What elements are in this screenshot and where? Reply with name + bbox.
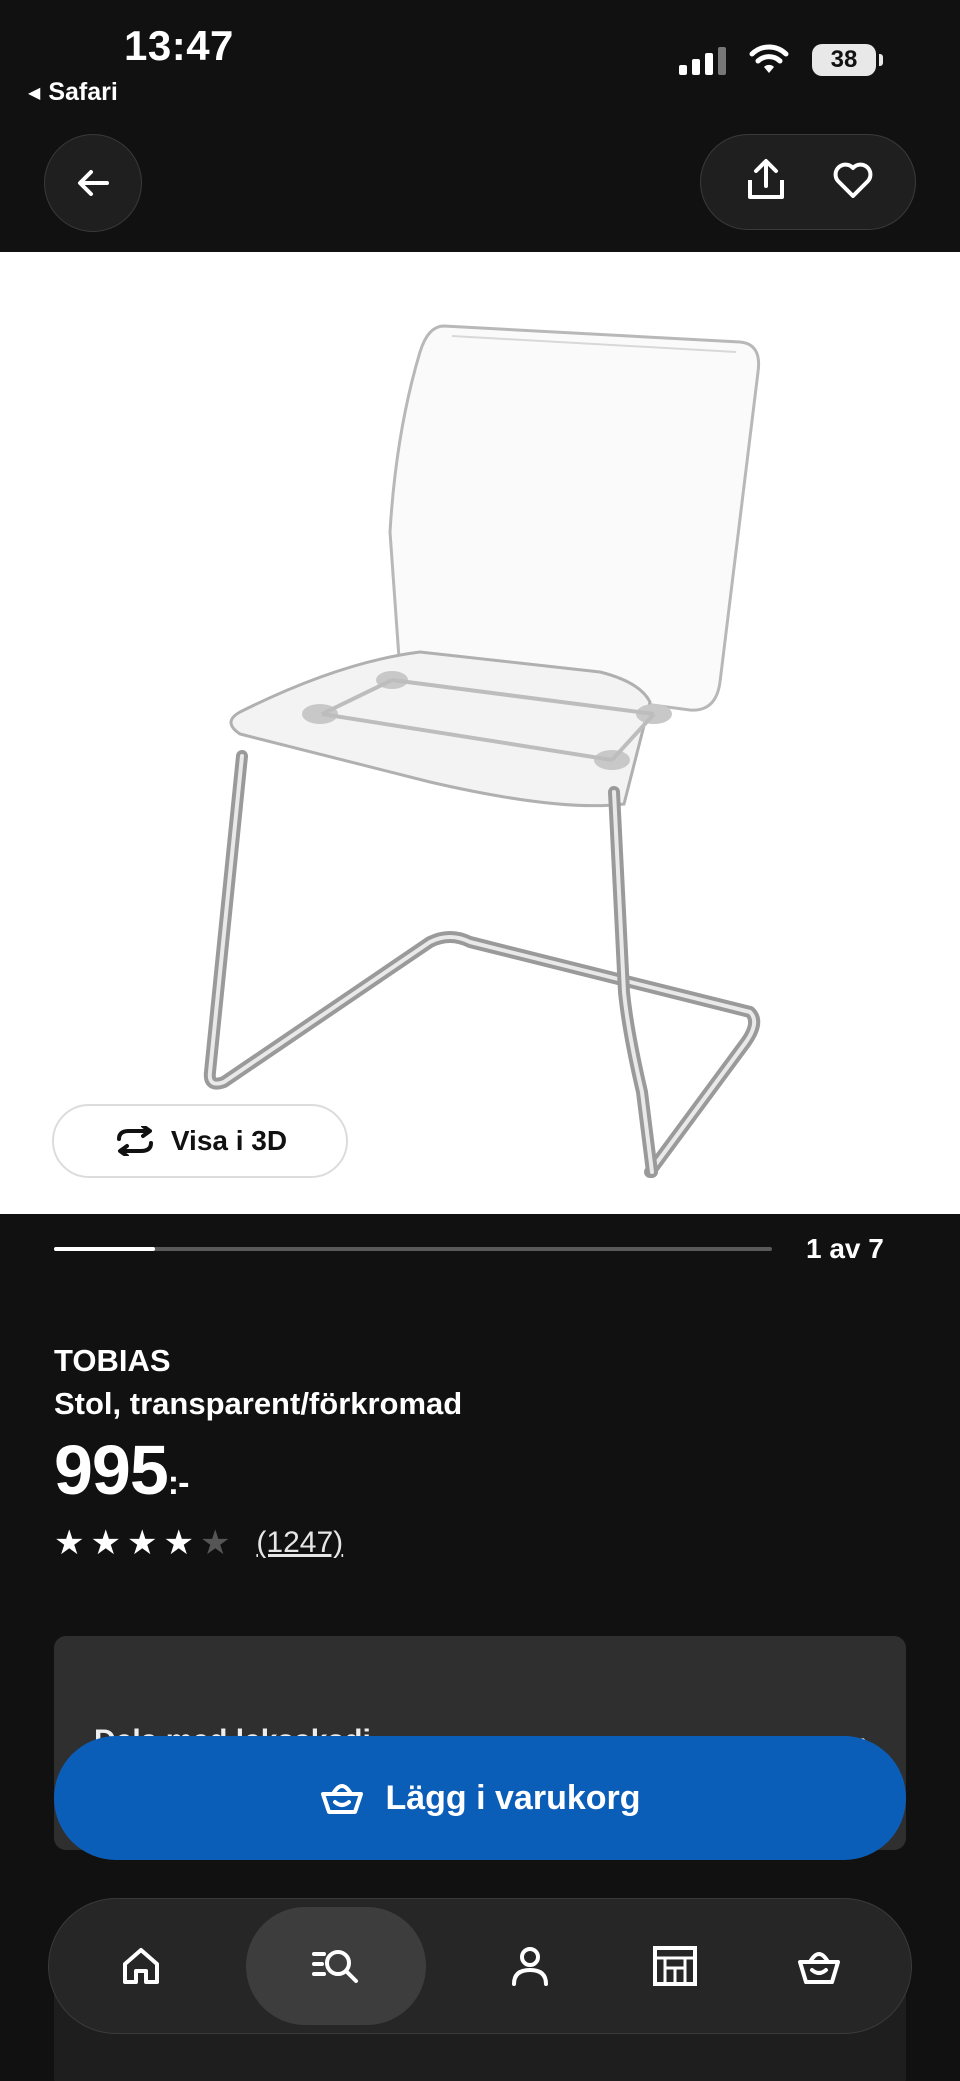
gallery-progress (54, 1247, 772, 1251)
tab-bar (48, 1898, 912, 2034)
search-list-icon (311, 1950, 358, 1983)
product-image[interactable]: Visa i 3D (0, 252, 960, 1214)
back-button[interactable] (44, 134, 142, 232)
status-bar: 13:47 ◀ Safari 38 (0, 0, 960, 120)
product-price: 995:- (54, 1430, 190, 1510)
view-in-3d-button[interactable]: Visa i 3D (52, 1104, 348, 1178)
back-app-label: Safari (48, 78, 118, 106)
product-description: Stol, transparent/förkromad (54, 1386, 463, 1421)
tab-store[interactable] (635, 1926, 715, 2006)
tab-search[interactable] (245, 1907, 426, 2025)
status-time: 13:47 (124, 22, 234, 69)
battery-icon: 38 (812, 44, 883, 76)
price-value: 995 (54, 1431, 169, 1509)
heart-icon (833, 162, 872, 198)
person-icon (512, 1947, 548, 1986)
star-empty-icon: ★ (199, 1524, 231, 1562)
star-filled-icon: ★ (126, 1524, 158, 1562)
share-button[interactable] (742, 156, 790, 209)
star-filled-icon: ★ (163, 1524, 194, 1562)
tab-cart[interactable] (779, 1926, 859, 2006)
add-to-cart-label: Lägg i varukorg (385, 1778, 641, 1817)
header-actions (700, 134, 916, 230)
product-brand: TOBIAS (54, 1343, 171, 1378)
product-rating[interactable]: ★ ★ ★ ★ ★ (1247) (54, 1526, 343, 1560)
tab-home[interactable] (101, 1926, 181, 2006)
status-icons: 38 (679, 44, 883, 76)
add-to-cart-button[interactable]: Lägg i varukorg (54, 1736, 906, 1860)
basket-icon (321, 1784, 364, 1814)
arrow-left-icon (78, 170, 109, 196)
star-filled-icon: ★ (90, 1524, 121, 1562)
rating-stars: ★ ★ ★ ★ ★ (54, 1526, 230, 1560)
back-to-safari[interactable]: ◀ Safari (28, 78, 118, 107)
basket-icon (798, 1952, 840, 1984)
gallery-progress-fill (54, 1247, 155, 1251)
wifi-icon (749, 44, 789, 73)
tab-profile[interactable] (490, 1926, 570, 2006)
share-icon (747, 158, 784, 199)
home-icon (123, 1948, 159, 1984)
back-triangle-icon: ◀ (28, 84, 41, 102)
star-filled-icon: ★ (54, 1524, 85, 1562)
price-suffix: :- (167, 1464, 190, 1502)
favorite-button[interactable] (831, 158, 875, 207)
view-in-3d-label: Visa i 3D (170, 1125, 288, 1156)
rotate-3d-icon (116, 1126, 153, 1156)
gallery-counter: 1 av 7 (806, 1233, 884, 1264)
store-icon (652, 1946, 697, 1986)
review-count-link[interactable]: (1247) (256, 1526, 343, 1560)
cellular-signal-icon (679, 45, 726, 75)
chair-illustration (203, 324, 761, 1178)
